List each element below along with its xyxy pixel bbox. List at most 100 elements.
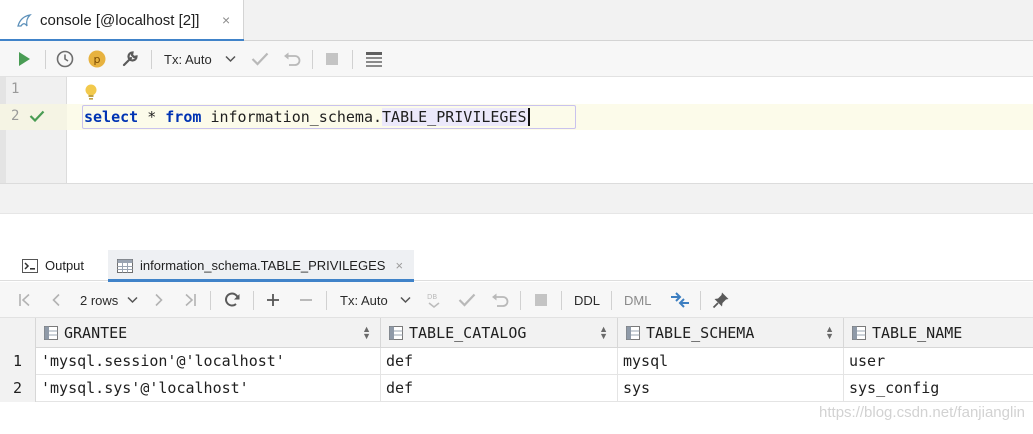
toolbar-separator [352,50,353,69]
pin-tab-button[interactable] [710,290,732,310]
tx-mode-selector[interactable]: Tx: Auto [164,52,212,67]
tab-output-label: Output [45,258,85,273]
last-page-button[interactable] [181,290,199,310]
column-icon [852,326,866,340]
previous-page-button[interactable] [47,290,65,310]
rollback-button[interactable] [282,49,302,69]
console-tab[interactable]: console [@localhost [2]] × [0,0,244,42]
column-header-table-name[interactable]: TABLE_NAME [844,318,1033,348]
db-submit-icon: DB [427,293,440,309]
results-toolbar: 2 rows Tx: Auto DB DDL DML [0,282,1033,318]
ddl-button[interactable]: DDL [574,293,600,308]
row-number: 2 [0,375,36,402]
cell-grantee[interactable]: 'mysql.session'@'localhost' [36,348,381,375]
editor-bottom-area [0,183,1033,213]
cell-table-catalog[interactable]: def [381,348,618,375]
history-button[interactable] [55,49,75,69]
column-name: TABLE_SCHEMA [646,324,755,342]
intention-bulb-icon[interactable] [84,83,98,104]
checkmark-icon [251,52,269,66]
pin-icon [712,292,729,309]
editor-toolbar: p Tx: Auto [0,41,1033,77]
panel-splitter[interactable] [0,213,1033,250]
row-number: 1 [0,348,36,375]
settings-button[interactable] [119,49,141,69]
stop-button[interactable] [322,49,342,69]
refresh-icon [225,292,240,307]
submit-changes-button[interactable]: DB [424,290,444,310]
results-tx-mode-label: Tx: Auto [340,293,388,308]
toolbar-separator [312,50,313,69]
results-tx-mode-selector[interactable]: Tx: Auto [340,293,388,308]
undo-icon [492,293,509,307]
cell-table-name[interactable]: sys_config [844,375,1033,402]
sql-statement[interactable]: select * from information_schema.TABLE_P… [84,108,530,126]
sql-editor[interactable]: 1 2 select * from information_schema.TAB… [0,77,1033,183]
row-number-header[interactable] [0,318,36,348]
output-icon [22,258,38,273]
column-header-table-schema[interactable]: TABLE_SCHEMA ▲ ▼ [618,318,844,348]
toolbar-separator [326,291,327,310]
cell-grantee[interactable]: 'mysql.sys'@'localhost' [36,375,381,402]
column-name: GRANTEE [64,324,128,342]
executed-checkmark-icon [29,110,45,125]
profile-button[interactable]: p [87,49,107,69]
stop-icon [535,294,547,306]
grid-header: GRANTEE ▲ ▼ TABLE_CATALOG ▲ ▼ TABLE_SCHEMA… [0,318,1033,348]
mysql-dolphin-icon [16,13,32,29]
row-count-dropdown[interactable] [125,290,139,310]
tab-table-privileges[interactable]: information_schema.TABLE_PRIVILEGES × [108,250,414,282]
column-header-grantee[interactable]: GRANTEE ▲ ▼ [36,318,381,348]
results-rollback-button[interactable] [490,290,510,310]
compare-arrows-icon [671,292,689,308]
cell-table-catalog[interactable]: def [381,375,618,402]
star-operator: * [147,108,157,126]
profile-p-icon: p [88,50,106,68]
first-page-button[interactable] [16,290,34,310]
keyword-select: select [84,108,139,126]
tx-mode-dropdown[interactable] [223,49,237,69]
column-header-table-catalog[interactable]: TABLE_CATALOG ▲ ▼ [381,318,618,348]
refresh-button[interactable] [221,290,243,310]
results-commit-button[interactable] [457,290,477,310]
close-icon[interactable]: × [395,258,403,273]
output-format-button[interactable] [363,49,385,69]
toolbar-separator [561,291,562,310]
commit-button[interactable] [250,49,270,69]
toolbar-separator [700,291,701,310]
delete-row-button[interactable] [296,290,316,310]
row-count-label: 2 rows [80,293,119,308]
chevron-down-icon [224,55,236,63]
close-icon[interactable]: × [222,12,230,28]
watermark: https://blog.csdn.net/fanjianglin [819,404,1025,421]
compare-button[interactable] [668,290,692,310]
column-icon [626,326,640,340]
sort-arrows-icon[interactable]: ▲ ▼ [362,325,371,341]
dml-label: DML [624,293,652,308]
chevron-down-icon [126,296,138,304]
first-page-icon [19,293,30,307]
dml-button[interactable]: DML [624,293,651,308]
cell-table-schema[interactable]: mysql [618,348,844,375]
line-number: 2 [11,108,20,124]
chevron-left-icon [52,293,60,307]
toolbar-separator [151,50,152,69]
add-row-button[interactable] [263,290,283,310]
sort-arrows-icon[interactable]: ▲ ▼ [825,325,834,341]
run-button[interactable] [14,49,34,69]
wrench-icon [122,51,138,67]
cell-table-schema[interactable]: sys [618,375,844,402]
table-row[interactable]: 2 'mysql.sys'@'localhost' def sys sys_co… [0,375,1033,402]
toolbar-separator [45,50,46,69]
line-number: 1 [11,81,20,97]
results-stop-button[interactable] [531,290,551,310]
cell-table-name[interactable]: user [844,348,1033,375]
next-page-button[interactable] [150,290,168,310]
table-row[interactable]: 1 'mysql.session'@'localhost' def mysql … [0,348,1033,375]
results-tx-dropdown[interactable] [398,290,412,310]
row-count-selector[interactable]: 2 rows [80,293,118,308]
column-name: TABLE_CATALOG [409,324,527,342]
tab-output[interactable]: Output [14,250,106,281]
sort-arrows-icon[interactable]: ▲ ▼ [599,325,608,341]
table-output-icon [366,52,382,67]
